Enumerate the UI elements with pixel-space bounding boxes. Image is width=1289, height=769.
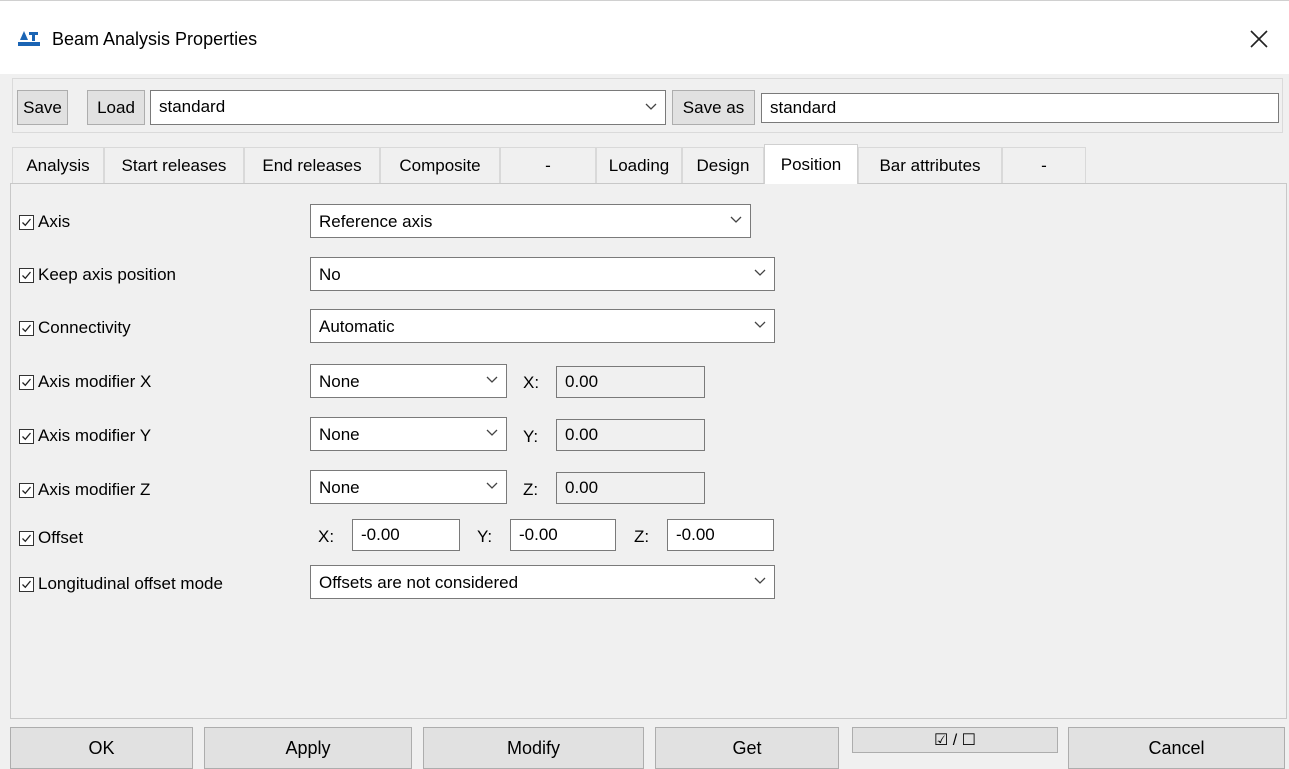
axis-label: Axis bbox=[38, 212, 71, 231]
tab-loading[interactable]: Loading bbox=[596, 147, 682, 184]
get-button[interactable]: Get bbox=[655, 727, 839, 769]
axis-modifier-x-row[interactable]: Axis modifier X bbox=[19, 372, 151, 392]
longitudinal-offset-mode-value: Offsets are not considered bbox=[319, 573, 519, 592]
axis-modifier-z-checkbox[interactable] bbox=[19, 482, 34, 498]
checkmark-icon bbox=[22, 580, 32, 588]
axis-select[interactable]: Reference axis bbox=[310, 204, 751, 238]
axis-checkbox-row[interactable]: Axis bbox=[19, 212, 70, 232]
offset-x-input[interactable]: -0.00 bbox=[352, 519, 460, 551]
axis-modifier-z-select[interactable]: None bbox=[310, 470, 507, 504]
offset-row[interactable]: Offset bbox=[19, 528, 83, 548]
connectivity-select[interactable]: Automatic bbox=[310, 309, 775, 343]
axis-modifier-z-value: None bbox=[319, 478, 360, 497]
offset-checkbox[interactable] bbox=[19, 530, 34, 546]
modify-button[interactable]: Modify bbox=[423, 727, 644, 769]
chevron-down-icon bbox=[486, 429, 498, 436]
axis-modifier-y-coord-field[interactable]: 0.00 bbox=[556, 419, 705, 451]
save-as-name-input[interactable]: standard bbox=[761, 93, 1279, 123]
longitudinal-offset-mode-label: Longitudinal offset mode bbox=[38, 574, 223, 593]
chevron-down-icon bbox=[754, 269, 766, 276]
offset-z-input[interactable]: -0.00 bbox=[667, 519, 774, 551]
tab-position[interactable]: Position bbox=[764, 144, 858, 184]
chevron-down-icon bbox=[730, 216, 742, 223]
axis-modifier-x-coord-label: X: bbox=[523, 373, 540, 392]
checkmark-icon bbox=[22, 486, 32, 494]
axis-modifier-x-label: Axis modifier X bbox=[38, 372, 152, 391]
axis-modifier-y-coord-label: Y: bbox=[523, 427, 539, 446]
save-button[interactable]: Save bbox=[17, 90, 68, 125]
apply-button[interactable]: Apply bbox=[204, 727, 412, 769]
offset-x-label: X: bbox=[318, 527, 335, 546]
longitudinal-offset-mode-select[interactable]: Offsets are not considered bbox=[310, 565, 775, 599]
tab-analysis[interactable]: Analysis bbox=[12, 147, 104, 184]
app-icon bbox=[18, 31, 40, 46]
window-title: Beam Analysis Properties bbox=[52, 29, 258, 49]
axis-modifier-x-coord-field[interactable]: 0.00 bbox=[556, 366, 705, 398]
checkmark-icon bbox=[22, 432, 32, 440]
toggle-all-button[interactable]: ☑ / ☐ bbox=[852, 727, 1058, 753]
checkmark-icon bbox=[22, 378, 32, 386]
tab-bar-attributes[interactable]: Bar attributes bbox=[858, 147, 1002, 184]
tab-end-releases[interactable]: End releases bbox=[244, 147, 380, 184]
tab-empty-2[interactable]: - bbox=[1002, 147, 1086, 184]
chevron-down-icon bbox=[486, 482, 498, 489]
connectivity-label: Connectivity bbox=[38, 318, 131, 337]
close-button[interactable] bbox=[1229, 11, 1289, 67]
offset-y-input[interactable]: -0.00 bbox=[510, 519, 616, 551]
keep-axis-position-checkbox[interactable] bbox=[19, 267, 34, 283]
chevron-down-icon bbox=[645, 103, 657, 110]
tab-strip: Analysis Start releases End releases Com… bbox=[12, 144, 1287, 184]
axis-modifier-z-row[interactable]: Axis modifier Z bbox=[19, 480, 150, 500]
axis-select-value: Reference axis bbox=[319, 212, 433, 231]
close-icon bbox=[1250, 30, 1268, 48]
axis-modifier-x-checkbox[interactable] bbox=[19, 374, 34, 390]
axis-modifier-z-coord-label: Z: bbox=[523, 480, 539, 499]
offset-z-label: Z: bbox=[634, 527, 650, 546]
ok-button[interactable]: OK bbox=[10, 727, 193, 769]
longitudinal-offset-mode-row[interactable]: Longitudinal offset mode bbox=[19, 574, 223, 594]
keep-axis-position-label: Keep axis position bbox=[38, 265, 176, 284]
checkmark-icon bbox=[22, 218, 32, 226]
axis-modifier-x-select[interactable]: None bbox=[310, 364, 507, 398]
title-bar: Beam Analysis Properties bbox=[0, 0, 1289, 74]
tab-composite[interactable]: Composite bbox=[380, 147, 500, 184]
axis-modifier-y-checkbox[interactable] bbox=[19, 428, 34, 444]
offset-label: Offset bbox=[38, 528, 84, 547]
keep-axis-position-value: No bbox=[319, 265, 341, 284]
offset-y-label: Y: bbox=[477, 527, 493, 546]
checkmark-icon bbox=[22, 534, 32, 542]
axis-modifier-y-label: Axis modifier Y bbox=[38, 426, 152, 445]
keep-axis-position-select[interactable]: No bbox=[310, 257, 775, 291]
axis-checkbox[interactable] bbox=[19, 214, 34, 230]
connectivity-row[interactable]: Connectivity bbox=[19, 318, 131, 338]
checkmark-icon bbox=[22, 271, 32, 279]
connectivity-value: Automatic bbox=[319, 317, 395, 336]
tab-design[interactable]: Design bbox=[682, 147, 764, 184]
axis-modifier-z-coord-field[interactable]: 0.00 bbox=[556, 472, 705, 504]
axis-modifier-x-value: None bbox=[319, 372, 360, 391]
connectivity-checkbox[interactable] bbox=[19, 320, 34, 336]
chevron-down-icon bbox=[754, 577, 766, 584]
save-as-button[interactable]: Save as bbox=[672, 90, 755, 125]
chevron-down-icon bbox=[754, 321, 766, 328]
chevron-down-icon bbox=[486, 376, 498, 383]
cancel-button[interactable]: Cancel bbox=[1068, 727, 1285, 769]
keep-axis-position-row[interactable]: Keep axis position bbox=[19, 265, 176, 285]
axis-modifier-y-value: None bbox=[319, 425, 360, 444]
preset-select[interactable]: standard bbox=[150, 90, 666, 125]
longitudinal-offset-mode-checkbox[interactable] bbox=[19, 576, 34, 592]
tab-start-releases[interactable]: Start releases bbox=[104, 147, 244, 184]
tab-empty-1[interactable]: - bbox=[500, 147, 596, 184]
checkmark-icon bbox=[22, 324, 32, 332]
load-button[interactable]: Load bbox=[87, 90, 145, 125]
axis-modifier-y-row[interactable]: Axis modifier Y bbox=[19, 426, 151, 446]
preset-select-value: standard bbox=[159, 97, 226, 116]
axis-modifier-y-select[interactable]: None bbox=[310, 417, 507, 451]
axis-modifier-z-label: Axis modifier Z bbox=[38, 480, 151, 499]
